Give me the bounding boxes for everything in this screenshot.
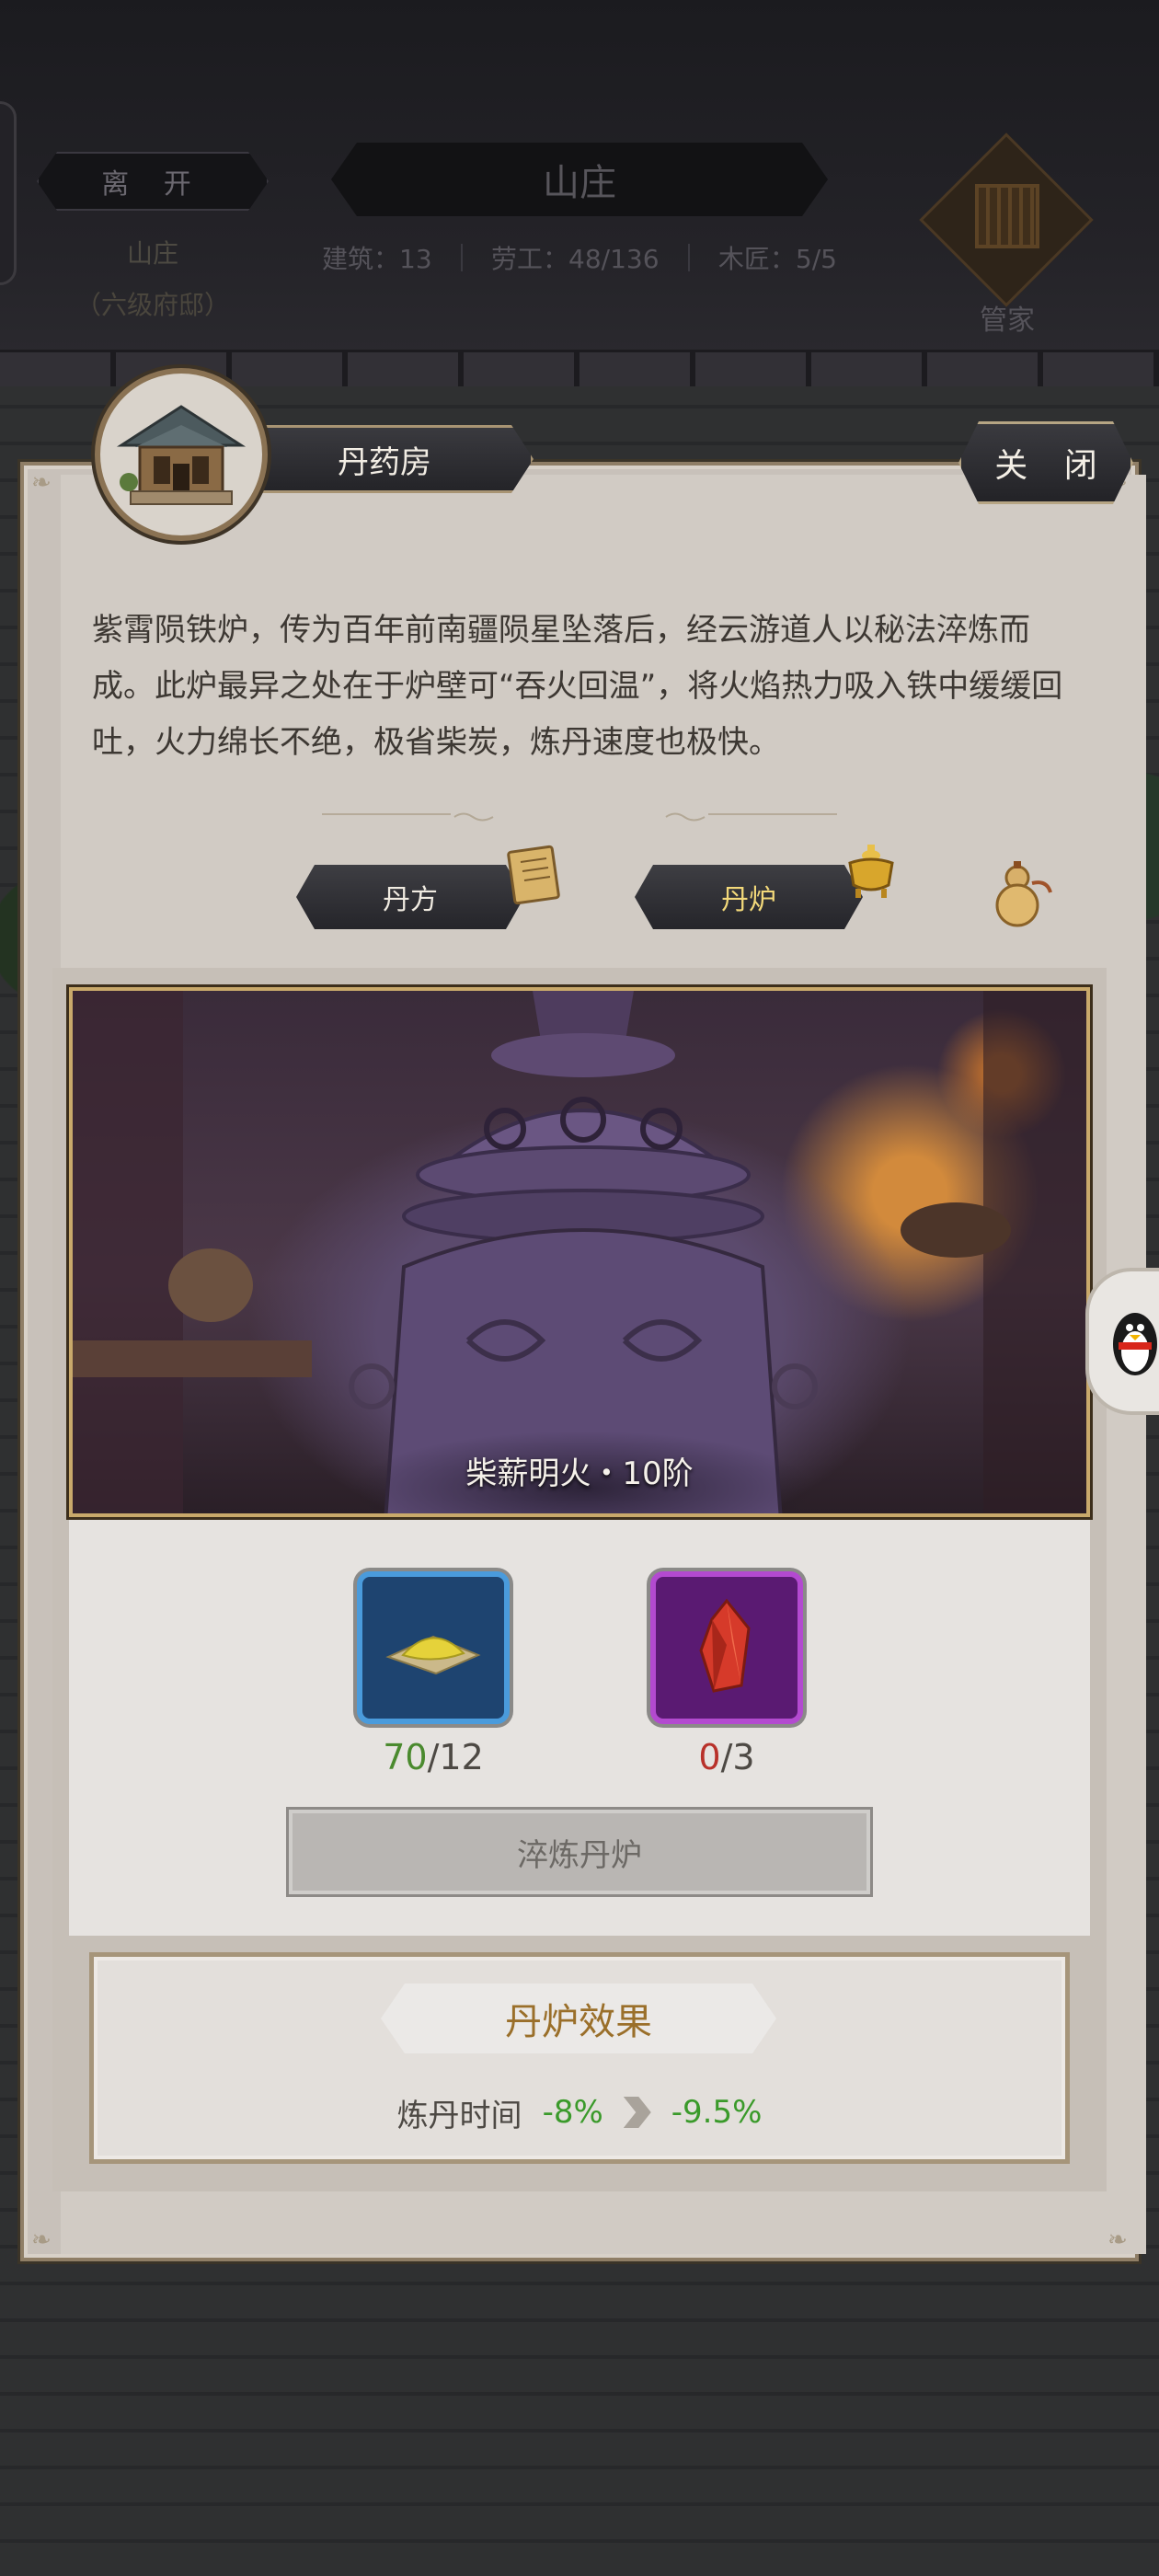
- penguin-icon: [1107, 1298, 1159, 1385]
- furnace-description: 紫霄陨铁炉，传为百年前南疆陨星坠落后，经云游道人以秘法淬炼而成。此炉最异之处在于…: [92, 612, 1063, 761]
- estate-stats: 建筑：13 劳工：48/136 木匠：5/5: [322, 241, 837, 274]
- leave-button[interactable]: 离 开: [37, 152, 269, 211]
- stat-buildings: 建筑：13: [322, 244, 432, 274]
- golden-powder-icon: [383, 1609, 484, 1686]
- stat-divider: [687, 244, 690, 271]
- effect-title: 丹炉效果: [381, 1984, 776, 2053]
- estate-label: 山庄: [126, 238, 178, 269]
- golden-cauldron-icon: [839, 837, 903, 902]
- left-edge-tab[interactable]: [0, 101, 17, 285]
- page-title: 山庄: [331, 143, 828, 216]
- material-count-powder: 70/12: [341, 1737, 525, 1777]
- material-slot-crystal[interactable]: [650, 1571, 803, 1724]
- material-need: /12: [427, 1737, 484, 1777]
- effect-label: 炼丹时间: [396, 2097, 522, 2134]
- recipe-book-icon: [504, 842, 568, 906]
- effect-current-value: -8%: [542, 2094, 603, 2131]
- red-crystal-icon: [681, 1595, 773, 1700]
- divider-line: [708, 813, 837, 815]
- divider-ornament: [453, 810, 637, 822]
- tab-furnace[interactable]: 丹炉: [635, 865, 863, 929]
- corner-ornament: ❧: [31, 2226, 52, 2254]
- stat-divider: [460, 244, 463, 271]
- gourd-icon[interactable]: [982, 856, 1058, 931]
- stat-laborers: 劳工：48/136: [491, 244, 660, 274]
- steward-label: 管家: [980, 305, 1035, 337]
- building-name: 丹药房: [254, 425, 534, 493]
- stat-carpenters: 木匠：5/5: [717, 244, 837, 274]
- material-have: 70: [383, 1737, 428, 1777]
- material-need: /3: [720, 1737, 755, 1777]
- tab-formula[interactable]: 丹方: [296, 865, 524, 929]
- furnace-illustration: 柴薪明火・10阶: [69, 987, 1090, 1517]
- furnace-caption: 柴薪明火・10阶: [465, 1455, 694, 1492]
- estate-rank: （六级府邸）: [75, 290, 230, 320]
- material-have: 0: [698, 1737, 721, 1777]
- material-count-crystal: 0/3: [635, 1737, 819, 1777]
- close-button[interactable]: 关 闭: [958, 421, 1133, 504]
- corner-ornament: ❧: [31, 469, 52, 497]
- qq-penguin-button[interactable]: [1085, 1268, 1159, 1415]
- alchemy-house-icon: [95, 368, 268, 541]
- material-slot-powder[interactable]: [357, 1571, 510, 1724]
- refine-furnace-button[interactable]: 淬炼丹炉: [286, 1807, 873, 1897]
- effect-line: 炼丹时间 -8% -9.5%: [89, 2087, 1070, 2138]
- effect-next-value: -9.5%: [671, 2094, 763, 2131]
- chevron-right-icon: [623, 2097, 651, 2128]
- corner-ornament: ❧: [1107, 2226, 1128, 2254]
- abacus-icon: [975, 184, 1039, 248]
- divider-line: [322, 813, 451, 815]
